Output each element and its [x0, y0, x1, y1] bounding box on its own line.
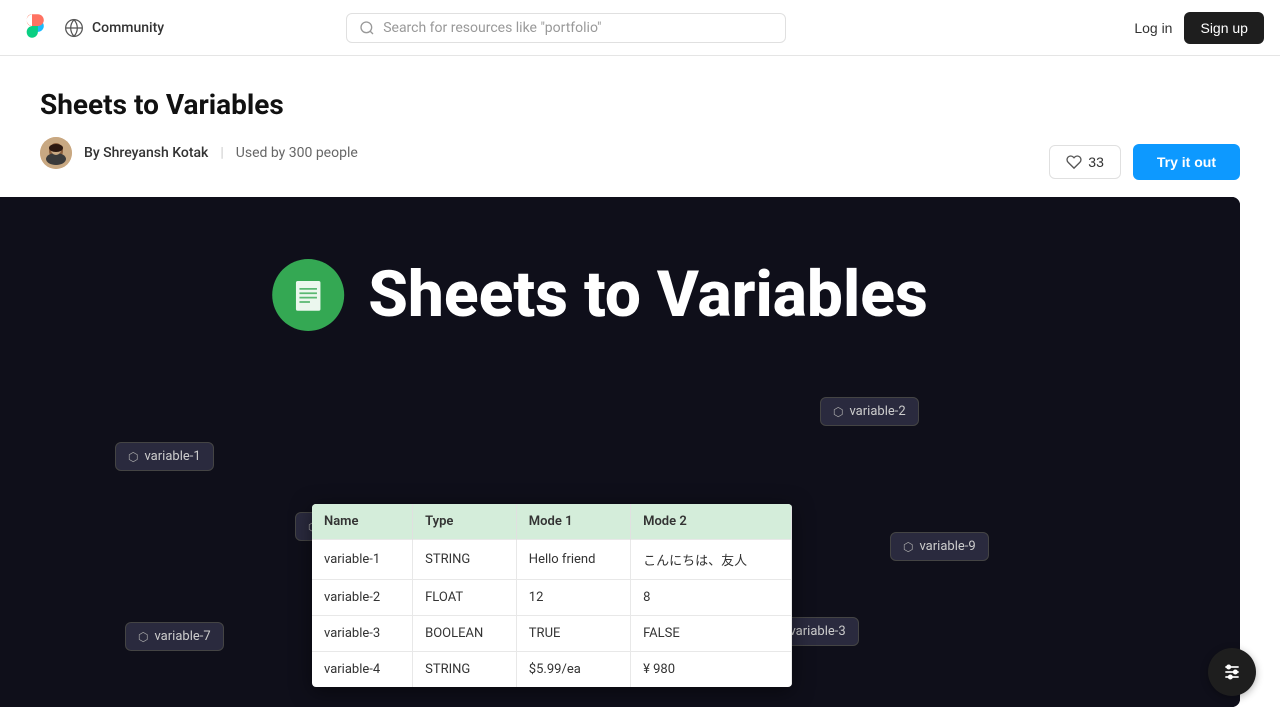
table-body: variable-1 STRING Hello friend こんにちは、友人 … [312, 540, 792, 688]
try-button[interactable]: Try it out [1133, 144, 1240, 180]
author-name: By Shreyansh Kotak [84, 145, 208, 161]
col-mode1: Mode 1 [516, 504, 630, 540]
search-placeholder: Search for resources like "portfolio" [383, 20, 601, 36]
sliders-icon [1222, 662, 1242, 682]
var-icon: ⬡ [138, 630, 148, 644]
var-icon: ⬡ [903, 540, 913, 554]
table-header: Name Type Mode 1 Mode 2 [312, 504, 792, 540]
preview-title-text: Sheets to Variables [368, 257, 928, 332]
sheets-svg [287, 274, 329, 316]
preview-container: Sheets to Variables ⬡ variable-1 ⬡ varia… [0, 197, 1240, 707]
variables-table: Name Type Mode 1 Mode 2 variable-1 STRIN… [312, 504, 792, 687]
like-button[interactable]: 33 [1049, 145, 1121, 179]
variable-badge-7: ⬡ variable-7 [125, 622, 224, 651]
col-name: Name [312, 504, 413, 540]
cell-mode2: FALSE [631, 616, 792, 652]
heart-icon [1066, 154, 1082, 170]
like-count: 33 [1088, 154, 1104, 170]
var-label: variable-7 [154, 629, 210, 644]
table-header-row: Name Type Mode 1 Mode 2 [312, 504, 792, 540]
col-type: Type [413, 504, 517, 540]
cell-mode1: 12 [516, 580, 630, 616]
data-table: Name Type Mode 1 Mode 2 variable-1 STRIN… [312, 504, 792, 687]
preview-background: Sheets to Variables ⬡ variable-1 ⬡ varia… [0, 197, 1240, 707]
var-label: variable-2 [849, 404, 905, 419]
cell-mode1: Hello friend [516, 540, 630, 580]
search-bar[interactable]: Search for resources like "portfolio" [346, 13, 786, 43]
col-mode2: Mode 2 [631, 504, 792, 540]
avatar [40, 137, 72, 169]
cell-mode2: こんにちは、友人 [631, 540, 792, 580]
signup-button[interactable]: Sign up [1184, 12, 1263, 44]
cell-mode2: 8 [631, 580, 792, 616]
action-buttons: 33 Try it out [1049, 144, 1240, 180]
table-row: variable-1 STRING Hello friend こんにちは、友人 [312, 540, 792, 580]
table-row: variable-4 STRING $5.99/ea ¥ 980 [312, 652, 792, 688]
cell-mode1: $5.99/ea [516, 652, 630, 688]
cell-mode1: TRUE [516, 616, 630, 652]
cell-type: FLOAT [413, 580, 517, 616]
variable-badge-2: ⬡ variable-2 [820, 397, 919, 426]
sheets-icon [272, 259, 344, 331]
cell-type: STRING [413, 540, 517, 580]
avatar-image [40, 137, 72, 169]
header: Community Search for resources like "por… [0, 0, 1280, 56]
search-icon [359, 20, 375, 36]
cell-name: variable-1 [312, 540, 413, 580]
cell-name: variable-3 [312, 616, 413, 652]
cell-name: variable-2 [312, 580, 413, 616]
used-by: Used by 300 people [236, 145, 358, 161]
cell-mode2: ¥ 980 [631, 652, 792, 688]
table-row: variable-2 FLOAT 12 8 [312, 580, 792, 616]
var-icon: ⬡ [128, 450, 138, 464]
figma-logo[interactable] [16, 10, 48, 46]
table-row: variable-3 BOOLEAN TRUE FALSE [312, 616, 792, 652]
meta-divider: | [220, 145, 223, 161]
var-icon: ⬡ [833, 405, 843, 419]
header-actions: Log in Sign up [1134, 12, 1264, 44]
var-label: variable-1 [144, 449, 200, 464]
variable-badge-9: ⬡ variable-9 [890, 532, 989, 561]
cell-type: STRING [413, 652, 517, 688]
community-nav[interactable]: Community [64, 18, 164, 38]
preview-title: Sheets to Variables [272, 257, 928, 332]
main-content: Sheets to Variables By Shreyansh Kotak |… [0, 56, 1280, 707]
login-button[interactable]: Log in [1134, 20, 1172, 36]
plugin-title: Sheets to Variables [40, 88, 1240, 121]
cell-name: variable-4 [312, 652, 413, 688]
fab-button[interactable] [1208, 648, 1256, 696]
community-label: Community [92, 20, 164, 36]
var-label: variable-9 [919, 539, 975, 554]
var-label: variable-3 [789, 624, 845, 639]
variable-badge-1: ⬡ variable-1 [115, 442, 214, 471]
cell-type: BOOLEAN [413, 616, 517, 652]
